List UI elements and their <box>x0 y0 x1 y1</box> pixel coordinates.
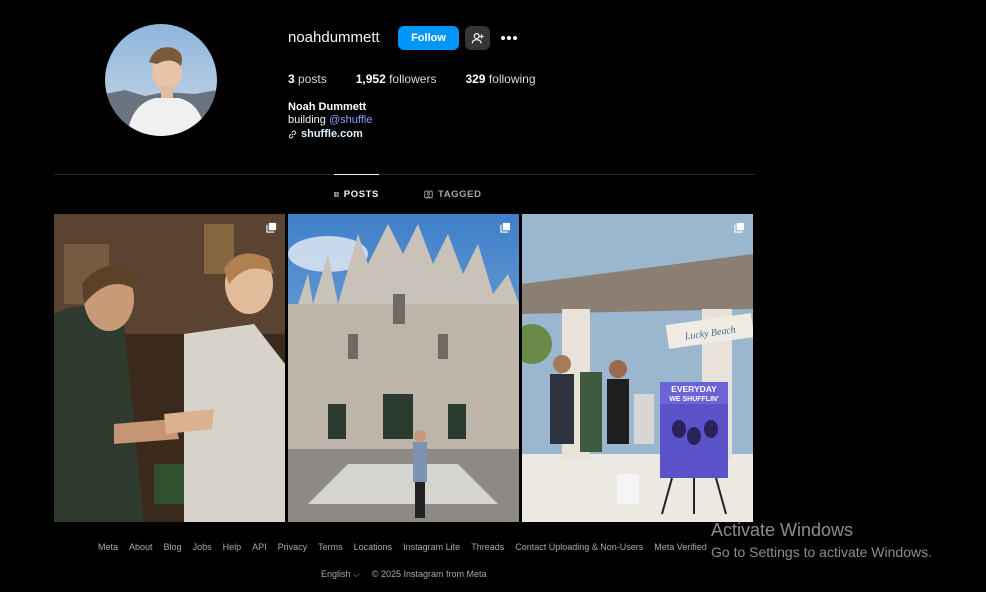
posts-count: 3 <box>288 72 295 86</box>
more-dots-icon <box>501 36 517 40</box>
tab-posts[interactable]: POSTS <box>334 174 379 214</box>
footer-link[interactable]: Help <box>223 542 242 552</box>
tab-posts-label: POSTS <box>343 189 379 200</box>
following-stat[interactable]: 329 following <box>465 72 535 86</box>
profile-link-text: shuffle.com <box>301 128 363 140</box>
carousel-icon <box>500 222 511 233</box>
followers-label: followers <box>389 72 437 86</box>
footer-link[interactable]: Terms <box>318 542 343 552</box>
watermark-title: Activate Windows <box>711 520 854 540</box>
footer-links: Meta About Blog Jobs Help API Privacy Terms Loca… <box>98 542 707 552</box>
tab-tagged-label: TAGGED <box>438 188 482 200</box>
watermark-subtitle: Go to Settings to activate Windows. <box>711 544 932 560</box>
shuffle-booth-photo: Lucky Beach EVERYDAY WE SHUFFLIN' <box>522 214 753 522</box>
tab-tagged[interactable]: TAGGED <box>424 174 482 214</box>
suggested-users-button[interactable] <box>465 26 490 50</box>
footer-link[interactable]: Blog <box>164 542 182 552</box>
followers-count: 1,952 <box>355 72 386 86</box>
carousel-icon <box>266 222 277 233</box>
bio-text: building <box>288 114 329 126</box>
bio-mention-link[interactable]: @shuffle <box>329 114 372 126</box>
footer-link[interactable]: Instagram Lite <box>403 542 460 552</box>
chevron-down-icon: ⌵ <box>353 569 360 579</box>
avatar-photo <box>105 24 217 136</box>
add-user-icon <box>471 32 484 43</box>
footer-link[interactable]: Locations <box>354 542 393 552</box>
posts-label: posts <box>298 72 327 86</box>
copyright-text: © 2025 Instagram from Meta <box>371 569 487 579</box>
profile-avatar[interactable] <box>105 24 217 136</box>
tabs-divider <box>54 174 756 175</box>
footer-link[interactable]: API <box>252 542 267 552</box>
following-label: following <box>488 72 536 86</box>
windows-activation-watermark: Activate Windows Go to Settings to activ… <box>711 520 932 560</box>
footer-link[interactable]: Threads <box>471 542 504 552</box>
cathedral-photo <box>288 214 519 522</box>
footer-link[interactable]: Meta Verified <box>654 542 707 552</box>
footer-link[interactable]: About <box>129 542 153 552</box>
post-thumbnail[interactable]: Lucky Beach EVERYDAY WE SHUFFLIN' <box>522 214 753 522</box>
grid-icon <box>334 192 339 197</box>
footer-link[interactable]: Contact Uploading & Non-Users <box>515 542 643 552</box>
posts-stat: 3 posts <box>288 72 327 86</box>
follow-button[interactable]: Follow <box>398 26 459 50</box>
sign-line-2: WE SHUFFLIN' <box>669 396 719 403</box>
followers-stat[interactable]: 1,952 followers <box>356 72 437 86</box>
following-count: 329 <box>465 72 486 86</box>
profile-username: noahdummett <box>288 29 380 46</box>
link-icon <box>288 129 297 139</box>
handshake-photo <box>54 214 285 522</box>
carousel-icon <box>734 222 745 233</box>
profile-stats: 3 posts 1,952 followers 329 following <box>288 72 565 86</box>
sign-line-1: EVERYDAY <box>671 384 717 394</box>
language-selector[interactable]: English ⌵ <box>321 569 360 580</box>
tagged-icon <box>424 190 433 198</box>
profile-bio: building @shuffle <box>288 114 372 126</box>
footer-link[interactable]: Privacy <box>278 542 308 552</box>
footer-meta: English ⌵ © 2025 Instagram from Meta <box>321 569 487 580</box>
post-thumbnail[interactable] <box>288 214 519 522</box>
footer-link[interactable]: Jobs <box>193 542 212 552</box>
language-label: English <box>321 569 351 579</box>
footer-link[interactable]: Meta <box>98 542 118 552</box>
profile-link[interactable]: shuffle.com <box>288 128 363 140</box>
post-thumbnail[interactable] <box>54 214 285 522</box>
more-options-button[interactable] <box>497 26 521 50</box>
profile-full-name: Noah Dummett <box>288 101 367 113</box>
